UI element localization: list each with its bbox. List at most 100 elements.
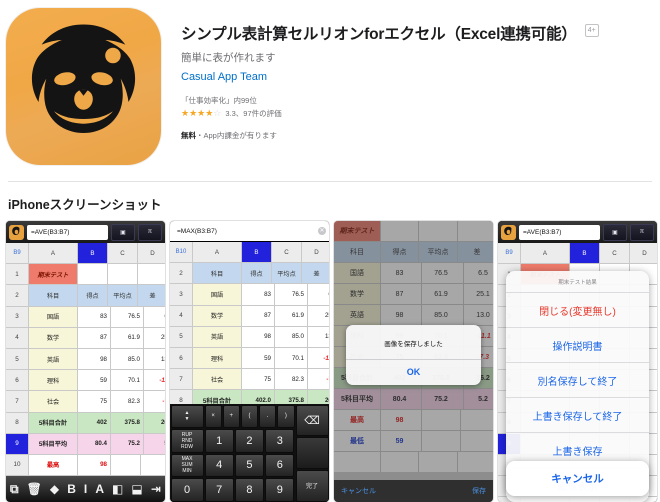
cell-c[interactable]: 61.9: [275, 306, 308, 326]
row-number[interactable]: 6: [6, 370, 29, 390]
cancel-button-3[interactable]: キャンセル: [341, 486, 376, 496]
key-blank[interactable]: [296, 437, 329, 469]
cell-a[interactable]: 英語: [193, 327, 242, 347]
cell-d[interactable]: -7.3: [144, 391, 165, 411]
table-row[interactable]: 3国語8376.56.5: [6, 307, 165, 328]
copy-button-1[interactable]: ▣: [111, 224, 135, 241]
col-header-d[interactable]: D: [302, 242, 329, 262]
screenshot-gallery[interactable]: =AVE(B3:B7) ▣ π B9 A B C D 1期末テスト2科目得点平均…: [0, 221, 660, 502]
key-5[interactable]: 5: [235, 454, 264, 478]
cell-c[interactable]: 61.9: [111, 328, 144, 348]
keyboard-row-ops[interactable]: × + ( . ): [204, 404, 295, 429]
cell-b[interactable]: 87: [242, 306, 275, 326]
keyboard-row-789[interactable]: 7 8 9: [204, 478, 295, 502]
row-number[interactable]: 2: [6, 285, 29, 305]
action-sheet-item-2[interactable]: 別名保存して終了: [506, 362, 649, 397]
row-number[interactable]: 5: [170, 327, 193, 347]
screenshot-3[interactable]: 期末テスト科目得点平均点差国語8376.56.5数学8761.925.1英語98…: [334, 221, 493, 502]
key-8[interactable]: 8: [235, 478, 264, 502]
row-number[interactable]: 8: [6, 413, 29, 433]
keyboard-left-column[interactable]: ▲ ▼ RUP RND RDW MAX SUM MIN 0: [170, 404, 204, 502]
screenshot-1[interactable]: =AVE(B3:B7) ▣ π B9 A B C D 1期末テスト2科目得点平均…: [6, 221, 165, 502]
cell-b[interactable]: 98: [78, 455, 111, 475]
table-row[interactable]: 5英語9885.013.0: [6, 349, 165, 370]
table-row[interactable]: 7社会7582.3-7.3: [6, 391, 165, 412]
function-button-4[interactable]: π: [630, 224, 654, 241]
cell-a[interactable]: 5科目合計: [29, 413, 78, 433]
backspace-icon[interactable]: ⌫: [296, 405, 329, 437]
cell-c[interactable]: 平均点: [272, 263, 302, 283]
keyboard-row-456[interactable]: 4 5 6: [204, 453, 295, 478]
shape-icon[interactable]: ◆: [50, 482, 59, 496]
key-dot[interactable]: .: [259, 405, 276, 429]
key-0[interactable]: 0: [171, 478, 204, 502]
cell-b[interactable]: 75: [78, 391, 111, 411]
cell-a[interactable]: 理科: [29, 370, 78, 390]
cell-a[interactable]: 科目: [193, 263, 242, 283]
cell-d[interactable]: [141, 455, 165, 475]
table-row[interactable]: 7社会7582.3-7.3: [170, 369, 329, 390]
table-row[interactable]: 4数学8761.925.1: [6, 328, 165, 349]
col-header-b[interactable]: B: [570, 243, 600, 263]
col-header-a[interactable]: A: [29, 243, 78, 263]
cell-d[interactable]: 6.5: [308, 284, 329, 304]
cell-a[interactable]: 数学: [29, 328, 78, 348]
key-paren-left[interactable]: (: [241, 405, 258, 429]
cell-d[interactable]: 6.5: [144, 307, 165, 327]
cell-c[interactable]: 75.2: [111, 434, 144, 454]
key-9[interactable]: 9: [265, 478, 294, 502]
table-row[interactable]: 95科目平均80.475.25.2: [6, 434, 165, 455]
action-sheet-cancel-button[interactable]: キャンセル: [506, 461, 649, 496]
italic-icon[interactable]: I: [84, 482, 87, 496]
table-row[interactable]: 5英語9885.013.0: [170, 327, 329, 348]
cell-d[interactable]: -7.3: [308, 369, 329, 389]
cell-c[interactable]: 85.0: [275, 327, 308, 347]
spreadsheet-grid-1[interactable]: B9 A B C D 1期末テスト2科目得点平均点差3国語8376.56.54数…: [6, 243, 165, 502]
fill-color-icon[interactable]: ◧: [112, 482, 123, 496]
col-header-b[interactable]: B: [78, 243, 108, 263]
keyboard-middle-column[interactable]: × + ( . ) 1 2 3 4 5 6 7 8: [204, 404, 295, 502]
keyboard-row-123[interactable]: 1 2 3: [204, 429, 295, 454]
row-number[interactable]: 9: [6, 434, 29, 454]
row-number[interactable]: 2: [170, 263, 193, 283]
cell-a[interactable]: 理科: [193, 348, 242, 368]
table-row[interactable]: 2科目得点平均点差: [170, 263, 329, 284]
align-icon[interactable]: ⇥: [151, 482, 161, 496]
cell-b[interactable]: 98: [78, 349, 111, 369]
alert-ok-button[interactable]: OK: [346, 360, 481, 385]
col-header-c[interactable]: C: [272, 242, 302, 262]
bold-icon[interactable]: B: [67, 482, 76, 496]
col-header-d[interactable]: D: [630, 243, 657, 263]
key-2[interactable]: 2: [235, 429, 264, 453]
cell-d[interactable]: 差: [302, 263, 329, 283]
cell-c[interactable]: 76.5: [275, 284, 308, 304]
key-3[interactable]: 3: [265, 429, 294, 453]
cell-d[interactable]: 5.2: [144, 434, 165, 454]
row-number[interactable]: 3: [170, 284, 193, 304]
function-button-1[interactable]: π: [138, 224, 162, 241]
cell-b[interactable]: 83: [242, 284, 275, 304]
cell-a[interactable]: 社会: [193, 369, 242, 389]
cell-d[interactable]: 25.1: [308, 306, 329, 326]
cell-b[interactable]: 得点: [242, 263, 272, 283]
row-number[interactable]: 7: [170, 369, 193, 389]
keyboard-right-column[interactable]: ⌫ 完了: [295, 404, 329, 502]
key-arrows[interactable]: ▲ ▼: [171, 405, 204, 429]
cell-d[interactable]: [138, 264, 165, 284]
bottom-action-bar-3[interactable]: キャンセル 保存: [334, 480, 493, 502]
table-row[interactable]: 6理科5970.1-11.1: [6, 370, 165, 391]
table-row[interactable]: 4数学8761.925.1: [170, 306, 329, 327]
formula-input-4[interactable]: =AVE(B3:B7): [519, 225, 600, 240]
key-plus[interactable]: +: [223, 405, 240, 429]
cell-b[interactable]: 83: [78, 307, 111, 327]
screenshot-4[interactable]: =AVE(B3:B7) ▣ π B9 A B C D 1 期末テスト 23456…: [498, 221, 657, 502]
cell-c[interactable]: [108, 264, 138, 284]
table-row[interactable]: 1期末テスト: [6, 264, 165, 285]
cell-d[interactable]: 差: [138, 285, 165, 305]
cell-a[interactable]: 英語: [29, 349, 78, 369]
row-number[interactable]: 7: [6, 391, 29, 411]
copy-button-4[interactable]: ▣: [603, 224, 627, 241]
cell-d[interactable]: -11.1: [144, 370, 165, 390]
cell-b[interactable]: 59: [242, 348, 275, 368]
row-number[interactable]: 4: [170, 306, 193, 326]
